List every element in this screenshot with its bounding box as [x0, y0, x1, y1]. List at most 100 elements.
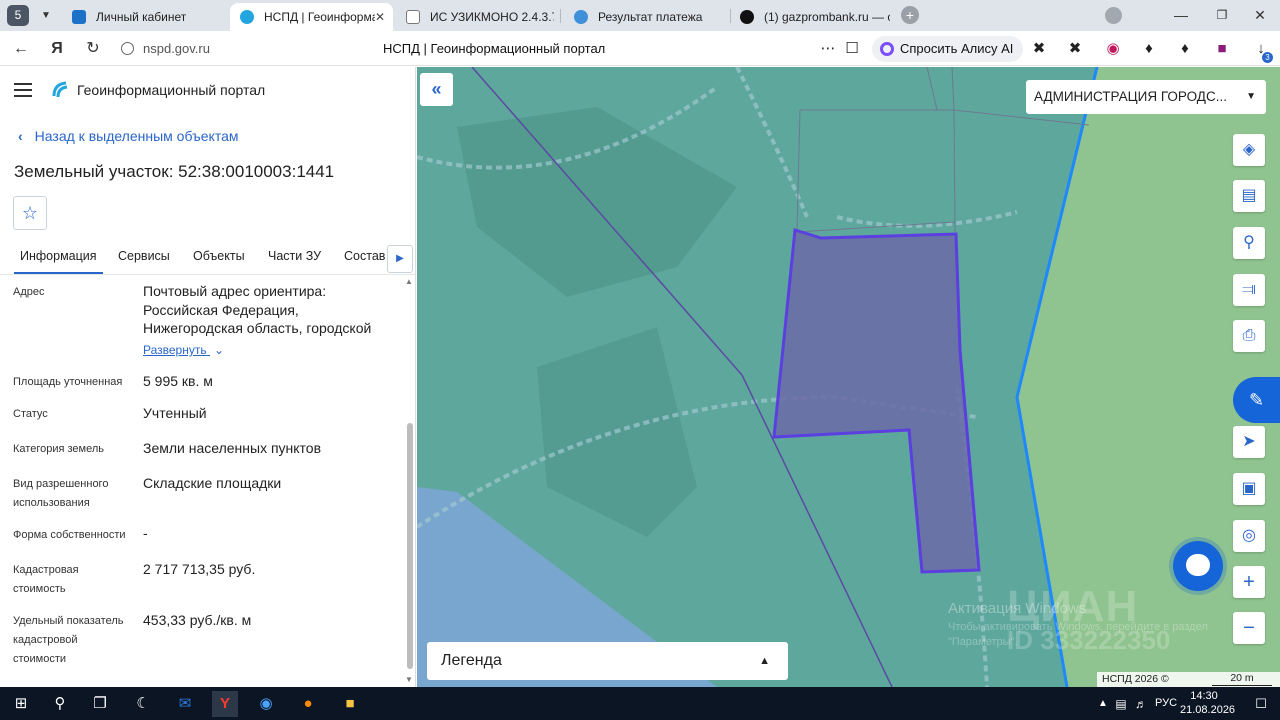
back-to-selected-link[interactable]: ‹ Назад к выделенным объектам: [18, 128, 239, 144]
clock-time: 14:30: [1190, 690, 1218, 702]
extension-icon[interactable]: ✖: [1030, 40, 1048, 58]
administration-select[interactable]: АДМИНИСТРАЦИЯ ГОРОДС... ▼: [1026, 80, 1266, 114]
plus-icon: +: [1243, 571, 1255, 593]
new-tab-button[interactable]: +: [901, 6, 919, 24]
layers-icon: ◈: [1242, 141, 1256, 158]
clock[interactable]: 14:30 21.08.2026: [1180, 689, 1235, 717]
close-window-icon[interactable]: ✕: [1251, 6, 1269, 24]
area-search-icon: ⚲: [1243, 234, 1255, 251]
back-label: Назад к выделенным объектам: [34, 128, 239, 144]
downloads-badge: 3: [1262, 52, 1273, 63]
site-info-icon[interactable]: [121, 42, 134, 55]
expand-address-link[interactable]: Развернуть ⌄: [143, 343, 224, 357]
navigate-button[interactable]: ➤: [1233, 426, 1265, 458]
tab-label: НСПД | Геоинформацио: [264, 10, 375, 24]
tab-personal-cabinet[interactable]: Личный кабинет: [62, 4, 228, 29]
favorite-star-button[interactable]: ☆: [13, 196, 47, 230]
restore-window-icon[interactable]: ❐: [1213, 6, 1231, 24]
file-explorer-icon[interactable]: ■: [337, 691, 363, 717]
tab-payment-result[interactable]: Результат платежа: [564, 4, 728, 29]
outlook-icon[interactable]: ✉: [172, 691, 198, 717]
extension-icon[interactable]: ♦: [1176, 40, 1194, 58]
minimize-window-icon[interactable]: —: [1172, 6, 1190, 24]
more-options-icon[interactable]: ⋯: [819, 40, 837, 58]
back-arrow-icon[interactable]: ←: [10, 38, 32, 60]
browser-icon[interactable]: ◉: [253, 691, 279, 717]
profile-avatar[interactable]: [1105, 7, 1122, 24]
zoom-out-button[interactable]: −: [1233, 612, 1265, 644]
search-icon[interactable]: ⚲: [47, 691, 73, 717]
area-search-button[interactable]: ⚲: [1233, 227, 1265, 259]
navigation-arrow-icon: ➤: [1242, 433, 1256, 450]
task-view-icon[interactable]: ❐: [87, 691, 113, 717]
menu-icon[interactable]: [14, 83, 32, 97]
winrar-icon[interactable]: ■: [1213, 40, 1231, 58]
firefox-icon[interactable]: ●: [295, 691, 321, 717]
bookmark-icon[interactable]: ☐: [843, 40, 861, 58]
volume-icon[interactable]: ♬: [1128, 691, 1154, 717]
tab-composition[interactable]: Состав: [344, 249, 385, 263]
zoom-in-button[interactable]: +: [1233, 566, 1265, 598]
scroll-up-icon[interactable]: ▲: [405, 277, 413, 286]
tab-information[interactable]: Информация: [14, 249, 103, 274]
caret-right-icon: ▶: [396, 253, 404, 264]
attribution-text: НСПД 2026 ©: [1102, 673, 1169, 685]
locate-button[interactable]: ◎: [1233, 520, 1265, 552]
field-label-permitted-use: Вид разрешенного использования: [13, 478, 109, 509]
field-value-status: Учтенный: [143, 405, 207, 421]
url-text[interactable]: nspd.gov.ru: [143, 41, 210, 56]
legend-panel[interactable]: Легенда ▲: [427, 642, 788, 680]
tabs-dropdown-icon[interactable]: ▼: [36, 5, 56, 26]
yandex-browser-icon[interactable]: Y: [212, 691, 238, 717]
layers-button[interactable]: ◈: [1233, 134, 1265, 166]
browser-tab-bar: 5 ▼ Личный кабинет НСПД | Геоинформацио …: [0, 0, 1280, 31]
panel-toggle-button[interactable]: ✎: [1233, 377, 1280, 423]
page-title-text: НСПД | Геоинформационный портал: [383, 41, 606, 56]
chat-button[interactable]: [1173, 541, 1223, 591]
tabs-scroll-right-button[interactable]: ▶: [387, 245, 413, 273]
extension-icon[interactable]: ✖: [1066, 40, 1084, 58]
tab-nspd[interactable]: НСПД | Геоинформацио ✕: [230, 3, 393, 31]
minimap-button[interactable]: ▣: [1233, 473, 1265, 505]
tab-uzikmono[interactable]: ИС УЗИКМОНО 2.4.3.76.0: [396, 4, 554, 29]
scale-label: 20 m: [1212, 672, 1272, 686]
measure-button[interactable]: ▤: [1233, 180, 1265, 212]
windows-activation-text: Чтобы активировать Windows, перейдите в …: [948, 621, 1208, 648]
field-value-specific-value: 453,33 руб./кв. м: [143, 612, 252, 628]
yandex-logo-icon[interactable]: Я: [46, 38, 68, 60]
mask-icon: [740, 9, 754, 24]
print-button[interactable]: ⎙: [1233, 320, 1265, 352]
scrollbar-thumb[interactable]: [407, 423, 413, 669]
notifications-icon[interactable]: ☐: [1248, 691, 1274, 717]
tab-gazprombank[interactable]: (1) gazprombank.ru — ски: [730, 4, 890, 29]
tab-parts[interactable]: Части ЗУ: [268, 249, 321, 263]
reload-icon[interactable]: ↻: [82, 38, 104, 60]
puzzle-icon[interactable]: ♦: [1140, 40, 1158, 58]
close-tab-icon[interactable]: ✕: [375, 10, 385, 24]
field-label-ownership: Форма собственности: [13, 529, 126, 541]
windows-start-icon[interactable]: ⊞: [8, 691, 34, 717]
field-label-status: Статус: [13, 408, 48, 420]
tab-objects[interactable]: Объекты: [193, 249, 245, 263]
nspd-logo-icon: [52, 81, 68, 98]
ruler-icon: ▤: [1241, 187, 1257, 204]
map-view[interactable]: ЦИАН ID 333222350 Активация Windows Чтоб…: [417, 67, 1280, 687]
tab-services[interactable]: Сервисы: [118, 249, 170, 263]
tab-label: Результат платежа: [598, 9, 703, 24]
language-indicator[interactable]: РУС: [1155, 697, 1177, 709]
double-chevron-left-icon: «: [431, 79, 442, 99]
chevron-down-icon: ⌄: [213, 343, 225, 357]
alice-icon: [880, 42, 894, 56]
tab-counter-button[interactable]: 5: [7, 5, 29, 26]
info-tabs: Информация Сервисы Объекты Части ЗУ Сост…: [0, 245, 415, 275]
collapse-panel-button[interactable]: «: [420, 73, 453, 106]
object-info-panel: Геоинформационный портал ‹ Назад к выделе…: [0, 67, 416, 687]
app-icon[interactable]: ☾: [130, 691, 156, 717]
extension-icon[interactable]: ◉: [1104, 40, 1122, 58]
scroll-down-icon[interactable]: ▼: [405, 675, 413, 684]
ask-alice-button[interactable]: Спросить Алису AI: [872, 36, 1024, 62]
legend-label: Легенда: [441, 652, 502, 669]
windows-activation-title: Активация Windows: [948, 600, 1087, 617]
field-label-specific-value: Удельный показатель кадастровой стоимост…: [13, 615, 124, 665]
share-button[interactable]: ⫥: [1233, 274, 1265, 306]
